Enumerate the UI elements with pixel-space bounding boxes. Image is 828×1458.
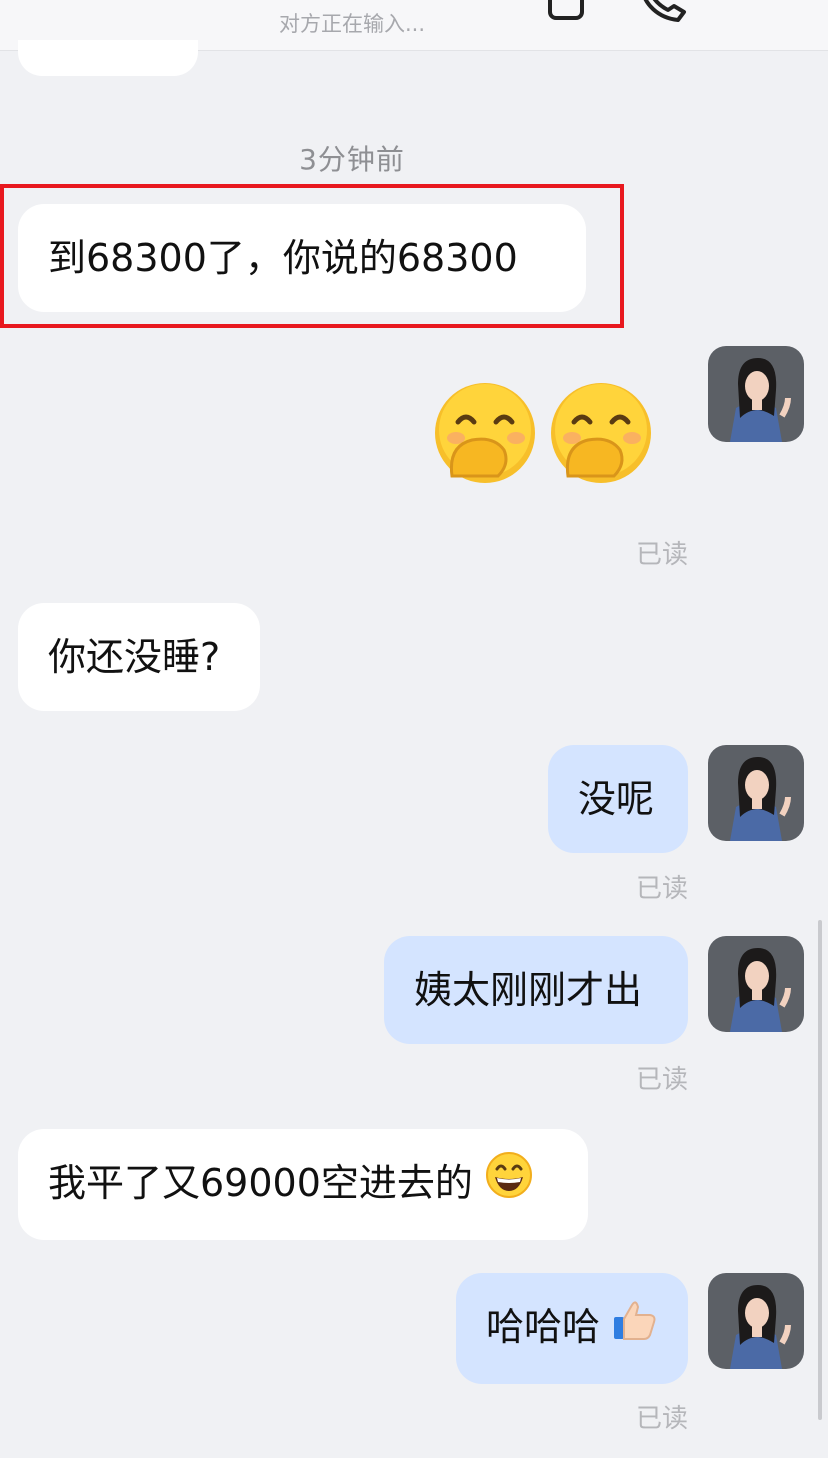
call-icon[interactable] bbox=[638, 0, 690, 26]
read-status: 已读 bbox=[635, 874, 688, 904]
phone-icon[interactable] bbox=[548, 0, 586, 26]
highlight-box bbox=[0, 184, 624, 328]
message-text: 哈哈哈 bbox=[486, 1305, 601, 1349]
previous-message-bubble[interactable] bbox=[18, 40, 198, 76]
message-text: 没呢 bbox=[578, 777, 655, 821]
grinning-face-emoji bbox=[485, 1132, 533, 1240]
face-with-hand-over-mouth-emoji bbox=[432, 380, 538, 486]
scrollbar[interactable] bbox=[818, 920, 822, 1420]
outgoing-message-bubble[interactable]: 哈哈哈 bbox=[456, 1273, 688, 1384]
more-icon[interactable] bbox=[736, 0, 784, 10]
avatar[interactable] bbox=[708, 1273, 804, 1369]
incoming-message-bubble[interactable]: 我平了又69000空进去的 bbox=[18, 1129, 588, 1240]
read-status: 已读 bbox=[635, 540, 688, 570]
incoming-message-bubble[interactable]: 你还没睡? bbox=[18, 603, 260, 711]
avatar[interactable] bbox=[708, 936, 804, 1032]
typing-status: 对方正在输入... bbox=[278, 12, 426, 36]
outgoing-message-bubble[interactable]: 姨太刚刚才出 bbox=[384, 936, 688, 1044]
face-with-hand-over-mouth-emoji bbox=[548, 380, 654, 486]
read-status: 已读 bbox=[635, 1065, 688, 1095]
avatar[interactable] bbox=[708, 346, 804, 442]
outgoing-message-bubble[interactable]: 没呢 bbox=[548, 745, 688, 853]
message-text: 你还没睡? bbox=[48, 635, 221, 679]
read-status: 已读 bbox=[635, 1404, 688, 1434]
avatar[interactable] bbox=[708, 745, 804, 841]
message-timestamp: 3分钟前 bbox=[299, 143, 405, 176]
message-text: 我平了又69000空进去的 bbox=[48, 1161, 473, 1205]
thumbs-up-emoji bbox=[612, 1276, 658, 1384]
message-text: 姨太刚刚才出 bbox=[414, 968, 643, 1012]
